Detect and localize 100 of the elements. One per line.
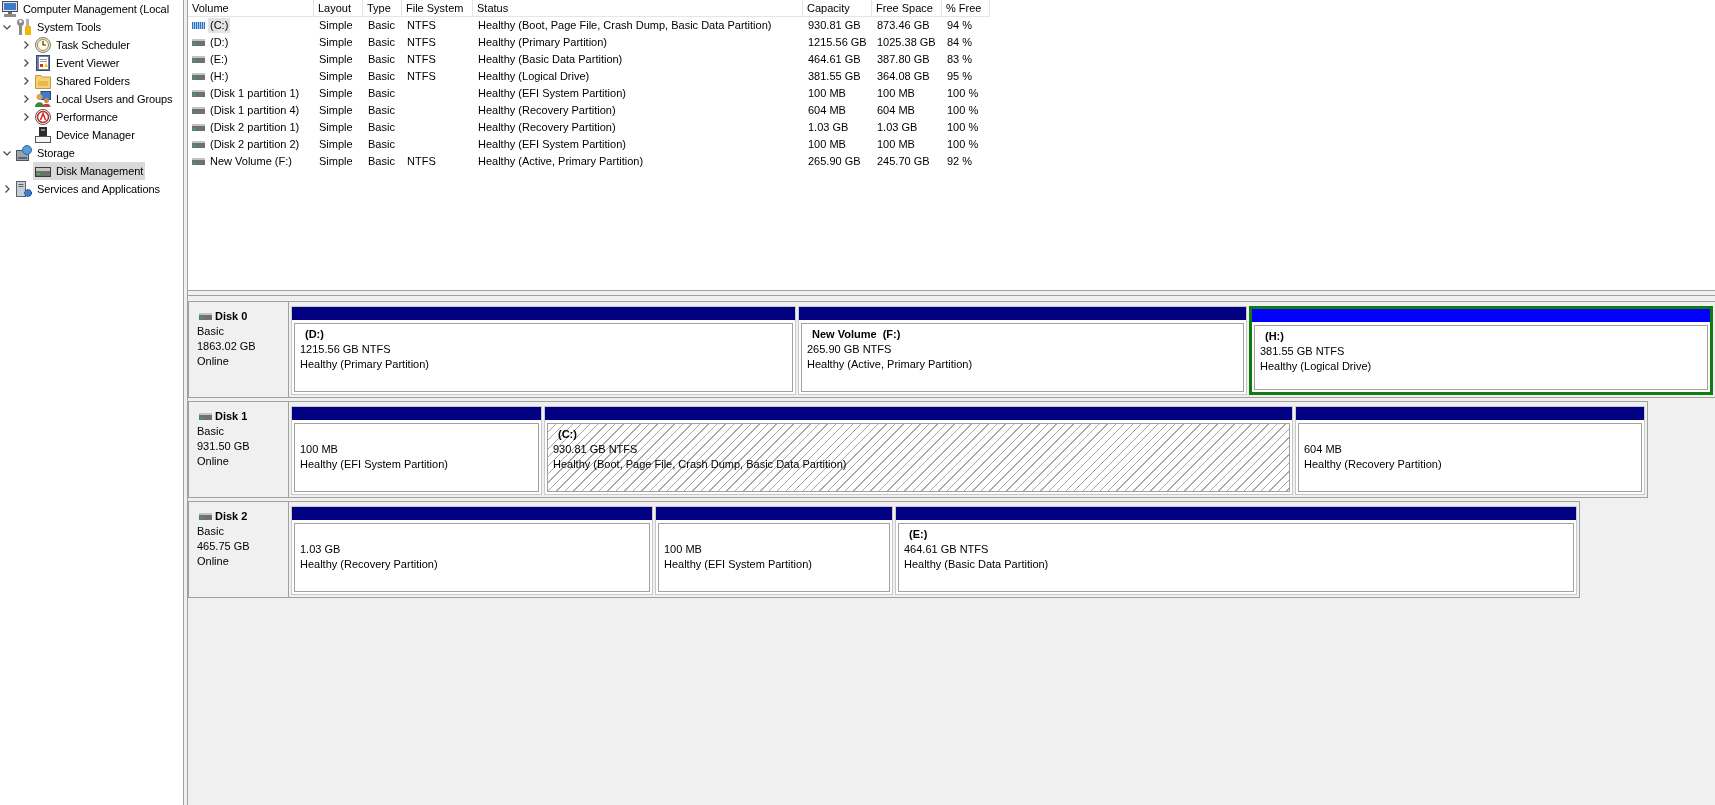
partition-size: 381.55 GB NTFS (1260, 344, 1345, 359)
partition-content[interactable]: New Volume (F:) 265.90 GB NTFS Healthy (Active, Primary Partition) (801, 323, 1244, 392)
file-system-cell-text: NTFS (407, 18, 436, 34)
percent-free-cell-text: 95 % (947, 69, 973, 85)
disk-type: Basic (197, 324, 224, 339)
partition-title: (C:) (557, 427, 577, 442)
layout-cell-text: Simple (319, 18, 353, 34)
drive-entry[interactable]: (D:) (208, 35, 231, 50)
partition-content[interactable]: (H:) 381.55 GB NTFS Healthy (Logical Drive) (1254, 325, 1708, 390)
drive-entry[interactable]: (Disk 2 partition 1) (208, 120, 302, 135)
chevron-down-icon[interactable] (3, 150, 11, 156)
disk-name: Disk 1 (215, 409, 248, 424)
percent-free-cell-text: 100 % (947, 103, 979, 119)
tree-item[interactable]: Shared Folders (33, 72, 132, 90)
drive-entry[interactable]: New Volume (F:) (208, 154, 294, 169)
drive-icon (192, 73, 205, 80)
type-cell-text: Basic (368, 35, 395, 51)
tree-item[interactable]: Event Viewer (33, 54, 122, 72)
log-book-icon (35, 55, 51, 71)
chevron-right-icon[interactable] (23, 59, 29, 67)
partition-status: Healthy (Primary Partition) (300, 357, 429, 372)
tree-item[interactable]: Task Scheduler (33, 36, 132, 54)
partition-size: 604 MB (1304, 442, 1342, 457)
partition-size: 100 MB (664, 542, 702, 557)
file-system-cell-text: NTFS (407, 35, 436, 51)
drive-entry[interactable]: (E:) (208, 52, 230, 67)
partition-status: Healthy (Basic Data Partition) (904, 557, 1049, 572)
partition-block[interactable]: 604 MB Healthy (Recovery Partition) (1295, 406, 1645, 495)
partition-block[interactable]: 100 MB Healthy (EFI System Partition) (291, 406, 542, 495)
partition-block[interactable]: (E:) 464.61 GB NTFS Healthy (Basic Data Partition) (895, 506, 1577, 595)
percent-free-cell-text: 100 % (947, 137, 979, 153)
partition-content[interactable]: 100 MB Healthy (EFI System Partition) (658, 523, 890, 592)
type-cell-text: Basic (368, 103, 395, 119)
tree-item[interactable]: Performance (33, 108, 120, 126)
column-header[interactable]: Type (363, 0, 402, 16)
free-space-cell-text: 100 MB (877, 86, 915, 102)
computer-icon (2, 1, 18, 17)
chevron-right-icon[interactable] (4, 185, 10, 193)
column-header[interactable]: Status (473, 0, 803, 16)
drive-entry[interactable]: (C:) (208, 18, 231, 33)
capacity-cell-text: 1.03 GB (808, 120, 849, 136)
disk-size: 1863.02 GB (197, 339, 256, 354)
drive-entry[interactable]: (H:) (208, 69, 231, 84)
tree-item[interactable]: Services and Applications (14, 180, 162, 198)
status-cell-text: Healthy (Boot, Page File, Crash Dump, Basic Data Partition) (478, 18, 772, 34)
chevron-down-icon[interactable] (3, 24, 11, 30)
storage-icon (16, 145, 32, 161)
column-header[interactable]: File System (402, 0, 473, 16)
status-cell-text: Healthy (Active, Primary Partition) (478, 154, 644, 170)
tree-item[interactable]: Local Users and Groups (33, 90, 175, 108)
partition-status: Healthy (Recovery Partition) (300, 557, 438, 572)
partition-content[interactable]: (D:) 1215.56 GB NTFS Healthy (Primary Partition) (294, 323, 793, 392)
tree-item[interactable]: Device Manager (33, 126, 137, 144)
partition-block[interactable]: (H:) 381.55 GB NTFS Healthy (Logical Drive) (1249, 306, 1713, 395)
column-header[interactable]: Capacity (803, 0, 872, 16)
chevron-right-icon[interactable] (23, 113, 29, 121)
column-header[interactable]: Layout (314, 0, 363, 16)
partition-content[interactable]: (C:) 930.81 GB NTFS Healthy (Boot, Page File, Crash Dump, Basic Data Partition) (547, 423, 1290, 492)
column-header[interactable]: Free Space (872, 0, 942, 16)
partition-content[interactable]: 604 MB Healthy (Recovery Partition) (1298, 423, 1642, 492)
partition-title: (E:) (908, 527, 928, 542)
partition-block[interactable]: 1.03 GB Healthy (Recovery Partition) (291, 506, 653, 595)
capacity-cell-text: 464.61 GB (808, 52, 861, 68)
type-cell-text: Basic (368, 154, 395, 170)
layout-cell-text: Simple (319, 52, 353, 68)
partition-block[interactable]: New Volume (F:) 265.90 GB NTFS Healthy (Active, Primary Partition) (798, 306, 1247, 395)
column-header[interactable]: % Free (942, 0, 990, 16)
partition-block[interactable]: 100 MB Healthy (EFI System Partition) (655, 506, 893, 595)
partition-size: 464.61 GB NTFS (904, 542, 989, 557)
chevron-right-icon[interactable] (23, 77, 29, 85)
partition-content[interactable]: 1.03 GB Healthy (Recovery Partition) (294, 523, 650, 592)
drive-icon (192, 124, 205, 131)
tree-item[interactable]: Disk Management (33, 162, 146, 180)
tree-item[interactable]: Storage (14, 144, 77, 162)
drive-icon (199, 313, 212, 320)
percent-free-cell-text: 83 % (947, 52, 973, 68)
type-cell-text: Basic (368, 86, 395, 102)
partition-block[interactable]: (C:) 930.81 GB NTFS Healthy (Boot, Page File, Crash Dump, Basic Data Partition) (544, 406, 1293, 495)
partition-block[interactable]: (D:) 1215.56 GB NTFS Healthy (Primary Partition) (291, 306, 796, 395)
chevron-right-icon[interactable] (23, 41, 29, 49)
server-gear-icon (16, 181, 32, 197)
drive-entry[interactable]: (Disk 1 partition 4) (208, 103, 302, 118)
layout-cell-text: Simple (319, 103, 353, 119)
drive-entry[interactable]: (Disk 1 partition 1) (208, 86, 302, 101)
partition-content[interactable]: 100 MB Healthy (EFI System Partition) (294, 423, 539, 492)
percent-free-cell-text: 94 % (947, 18, 973, 34)
drive-entry[interactable]: (Disk 2 partition 2) (208, 137, 302, 152)
drive-icon (192, 90, 205, 97)
partition-content[interactable]: (E:) 464.61 GB NTFS Healthy (Basic Data Partition) (898, 523, 1574, 592)
layout-cell-text: Simple (319, 120, 353, 136)
free-space-cell-text: 387.80 GB (877, 52, 930, 68)
tree-item[interactable]: System Tools (14, 18, 103, 36)
clock-icon (35, 37, 51, 53)
drive-icon (192, 141, 205, 148)
column-header[interactable]: Volume (188, 0, 314, 16)
chevron-right-icon[interactable] (23, 95, 29, 103)
layout-cell-text: Simple (319, 137, 353, 153)
drive-icon (192, 39, 205, 46)
tree-item[interactable]: Computer Management (Local (0, 0, 171, 18)
type-cell-text: Basic (368, 52, 395, 68)
